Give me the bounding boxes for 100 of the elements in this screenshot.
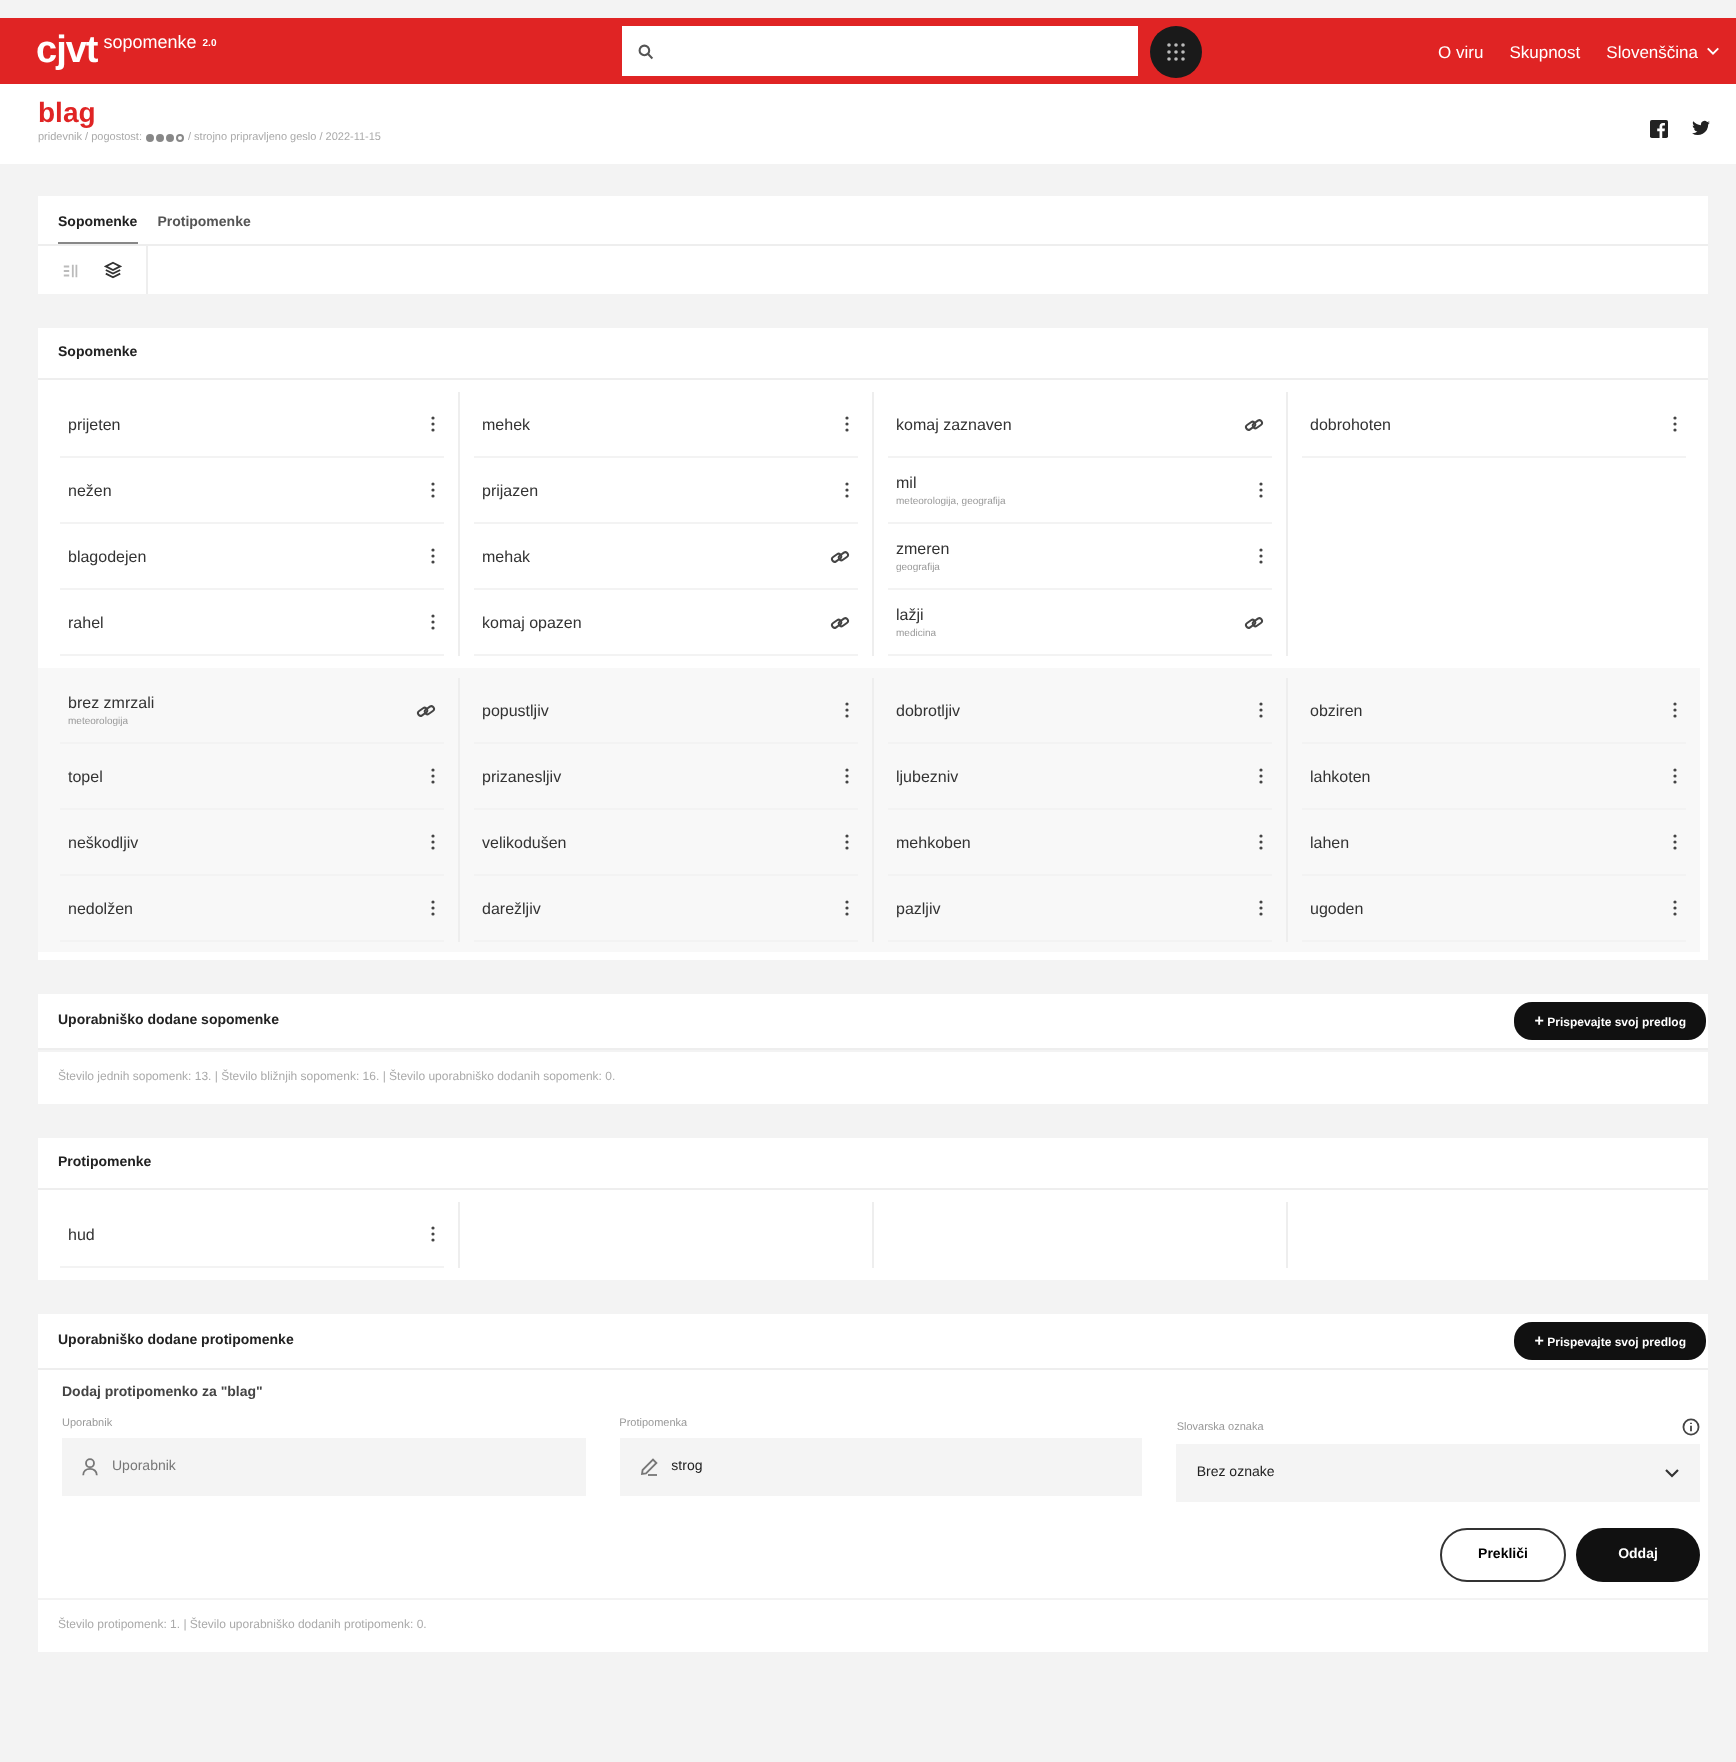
synonym-item[interactable]: prizanesljiv [474,744,858,810]
synonym-word: lažji [896,605,926,623]
synonym-item[interactable]: lahkoten [1302,744,1686,810]
synonym-item[interactable]: ljubezniv [888,744,1272,810]
more-icon[interactable] [1672,702,1678,718]
synonym-item[interactable]: pazljiv [888,876,1272,942]
antonym-item[interactable]: hud [60,1202,444,1268]
more-icon[interactable] [1672,900,1678,916]
synonym-word: mehkoben [896,833,971,851]
synonym-word: ljubezniv [896,767,959,785]
more-icon[interactable] [430,768,436,784]
more-icon[interactable] [1258,768,1264,784]
synonym-word: blagodejen [68,547,147,565]
logo[interactable]: cjvt [36,31,98,71]
pencil-icon [639,1458,658,1476]
synonym-word: komaj zaznaven [896,415,1012,433]
more-icon[interactable] [1672,768,1678,784]
synonym-word: ugoden [1310,899,1364,917]
more-icon[interactable] [1258,482,1264,498]
more-icon[interactable] [1258,702,1264,718]
link-icon[interactable] [1244,613,1264,631]
more-icon[interactable] [844,900,850,916]
synonym-word: mehek [482,415,531,433]
link-icon[interactable] [830,613,850,631]
synonym-word: komaj opazen [482,613,582,631]
synonym-item[interactable]: prijeten [60,392,444,458]
search-field[interactable] [622,26,1138,76]
more-icon[interactable] [1672,834,1678,850]
facebook-icon[interactable] [1650,120,1668,138]
synonym-word: pazljiv [896,899,941,917]
more-icon[interactable] [844,834,850,850]
synonym-item[interactable]: ugoden [1302,876,1686,942]
more-icon[interactable] [844,416,850,432]
synonym-item[interactable]: obziren [1302,678,1686,744]
more-icon[interactable] [844,768,850,784]
more-icon[interactable] [1672,416,1678,432]
synonym-item[interactable]: velikodušen [474,810,858,876]
synonym-item[interactable]: lahen [1302,810,1686,876]
link-icon[interactable] [830,547,850,565]
more-icon[interactable] [1258,900,1264,916]
synonym-word: rahel [68,613,104,631]
more-icon[interactable] [430,834,436,850]
more-icon[interactable] [430,900,436,916]
synonym-item[interactable]: neškodljiv [60,810,444,876]
more-icon[interactable] [1258,834,1264,850]
synonym-item[interactable]: komaj zaznaven [888,392,1272,458]
synonym-item[interactable]: popustljiv [474,678,858,744]
synonym-word: brez zmrzali [68,693,155,711]
headword: blag [38,96,98,128]
synonym-word: nežen [68,481,112,499]
bird-icon[interactable] [1692,120,1710,136]
more-icon[interactable] [430,614,436,630]
synonym-word: prijeten [68,415,121,433]
link-icon[interactable] [1244,415,1264,433]
more-icon[interactable] [430,1226,436,1242]
synonym-item[interactable]: blagodejen [60,524,444,590]
synonym-item[interactable]: prijazen [474,458,858,524]
chevron-icon [1664,1468,1681,1478]
synonym-word: velikodušen [482,833,567,851]
more-icon[interactable] [844,702,850,718]
more-icon[interactable] [1258,548,1264,564]
layers-icon[interactable] [104,260,122,280]
synonym-item[interactable]: mehek [474,392,858,458]
synonym-word: lahkoten [1310,767,1371,785]
synonym-item[interactable]: nežen [60,458,444,524]
synonym-word: nedolžen [68,899,133,917]
synonym-word: obziren [1310,701,1363,719]
synonym-item[interactable]: topel [60,744,444,810]
synonym-word: lahen [1310,833,1350,851]
synonym-item[interactable]: mehak [474,524,858,590]
synonym-item[interactable]: nedolžen [60,876,444,942]
synonym-word: topel [68,767,103,785]
synonym-item[interactable]: dobrohoten [1302,392,1686,458]
more-icon[interactable] [430,548,436,564]
synonym-word: mehak [482,547,531,565]
chevron-icon [1706,46,1720,56]
synonym-word: zmeren [896,539,950,557]
product-name: sopomenke [103,31,197,51]
synonym-item[interactable]: komaj opazen [474,590,858,656]
nav-link[interactable]: O viru [1438,41,1484,61]
synonym-item[interactable]: dobrotljiv [888,678,1272,744]
nav-link[interactable]: Skupnost [1509,41,1581,61]
grid-icon [1166,41,1186,61]
user-icon [82,1458,98,1476]
more-icon[interactable] [844,482,850,498]
synonym-word: dobrotljiv [896,701,961,719]
synonym-item[interactable]: rahel [60,590,444,656]
synonym-word: neškodljiv [68,833,139,851]
more-icon[interactable] [430,416,436,432]
apps-button[interactable] [1150,25,1202,77]
antonym-word: hud [68,1225,95,1243]
synonym-word: popustljiv [482,701,549,719]
synonym-item[interactable]: mehkoben [888,810,1272,876]
language-dropdown[interactable]: Slovenščina [1606,41,1720,61]
search-icon [638,43,654,59]
synonym-word: darežljiv [482,899,541,917]
link-icon[interactable] [416,701,436,719]
info-icon[interactable] [1682,1418,1701,1436]
more-icon[interactable] [430,482,436,498]
synonym-item[interactable]: darežljiv [474,876,858,942]
